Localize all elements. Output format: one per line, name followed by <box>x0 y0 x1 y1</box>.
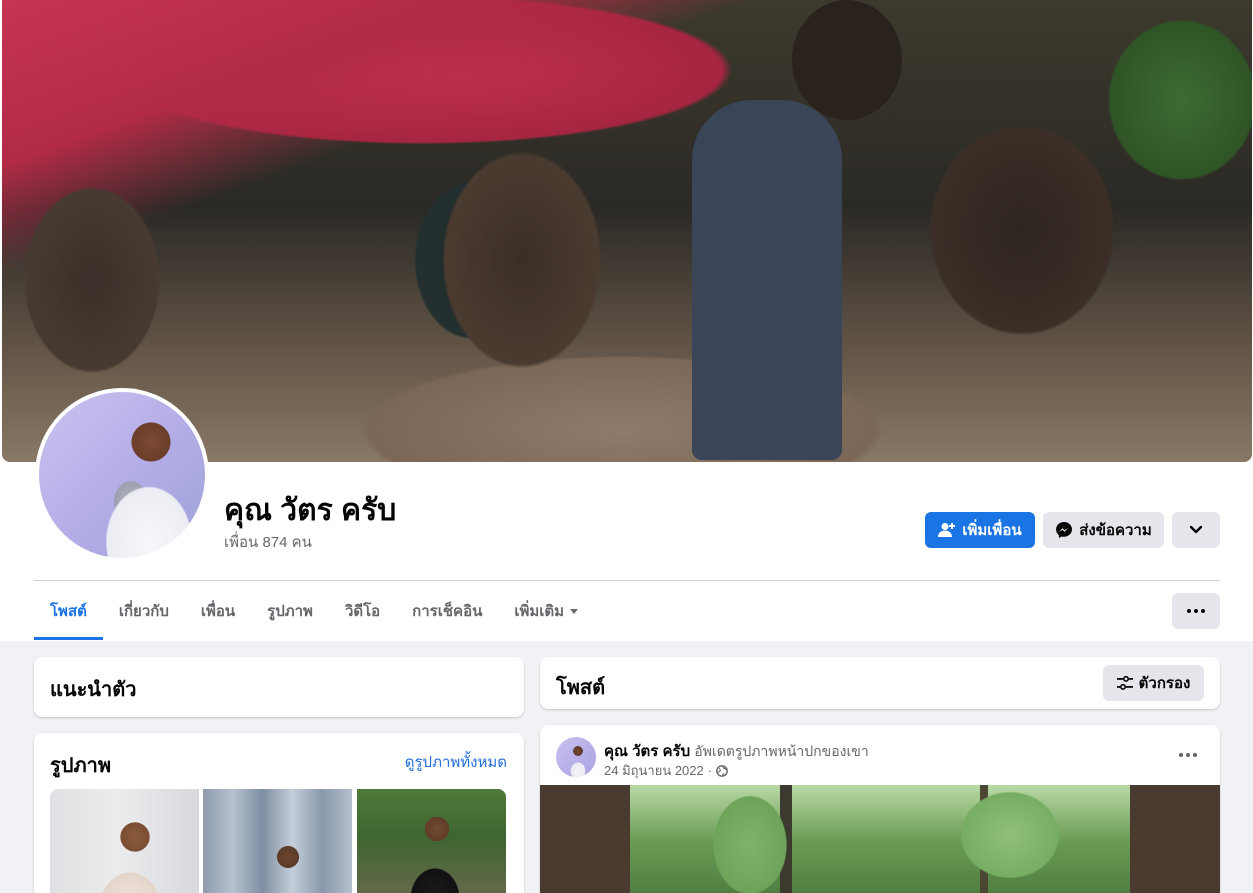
profile-options-dropdown[interactable] <box>1172 512 1220 548</box>
intro-title: แนะนำตัว <box>50 679 137 701</box>
send-message-button[interactable]: ส่งข้อความ <box>1043 512 1164 548</box>
tab-posts[interactable]: โพสต์ <box>34 582 103 640</box>
add-friend-button[interactable]: เพิ่มเพื่อน <box>925 512 1035 548</box>
profile-tabs: โพสต์ เกี่ยวกับ เพื่อน รูปภาพ วิดีโอ การ… <box>34 582 594 640</box>
post-author-avatar[interactable] <box>556 737 596 777</box>
profile-name: คุณ วัตร ครับ <box>224 494 397 527</box>
add-friend-icon <box>938 523 956 537</box>
post-image-frame <box>540 785 1220 893</box>
tab-more[interactable]: เพิ่มเติม <box>498 582 594 640</box>
post-action-text: อัพเดตรูปภาพหน้าปกของเขา <box>694 743 869 759</box>
filter-button[interactable]: ตัวกรอง <box>1103 665 1204 701</box>
meta-separator: · <box>707 763 713 778</box>
filter-icon <box>1116 676 1133 690</box>
filter-label: ตัวกรอง <box>1138 675 1191 692</box>
photos-title: รูปภาพ <box>50 755 112 777</box>
tab-label: รูปภาพ <box>267 603 313 620</box>
tab-checkins[interactable]: การเช็คอิน <box>396 582 498 640</box>
tab-about[interactable]: เกี่ยวกับ <box>103 582 185 640</box>
post-options-button[interactable] <box>1170 743 1206 767</box>
tab-videos[interactable]: วิดีโอ <box>329 582 396 640</box>
more-dots-icon <box>1179 753 1197 757</box>
add-friend-label: เพิ่มเพื่อน <box>962 522 1022 539</box>
cover-person-figure <box>692 100 842 460</box>
photo-thumbnail[interactable] <box>203 789 352 893</box>
post-image[interactable] <box>630 785 1130 893</box>
header-divider <box>34 580 1220 581</box>
chevron-down-icon <box>1189 525 1203 534</box>
send-message-label: ส่งข้อความ <box>1079 522 1152 539</box>
friend-count[interactable]: เพื่อน 874 คน <box>224 530 312 554</box>
cover-person-head <box>792 0 902 120</box>
tab-photos[interactable]: รูปภาพ <box>251 582 329 640</box>
see-all-photos-link[interactable]: ดูรูปภาพทั้งหมด <box>405 750 507 774</box>
post-card: คุณ วัตร ครับ อัพเดตรูปภาพหน้าปกของเขา 2… <box>540 725 1220 893</box>
tab-label: เพื่อน <box>200 603 236 620</box>
caret-down-icon <box>570 608 579 614</box>
cover-photo[interactable] <box>2 0 1252 462</box>
tab-friends[interactable]: เพื่อน <box>185 582 251 640</box>
intro-card: แนะนำตัว <box>34 657 524 717</box>
tab-label: เพิ่มเติม <box>514 603 565 620</box>
posts-header-card: โพสต์ ตัวกรอง <box>540 657 1220 709</box>
profile-avatar[interactable] <box>35 388 209 562</box>
post-date[interactable]: 24 มิถุนายน 2022 <box>604 760 704 781</box>
photo-thumbnail[interactable] <box>357 789 506 893</box>
more-options-button[interactable] <box>1172 593 1220 629</box>
tab-label: การเช็คอิน <box>412 603 483 620</box>
globe-icon <box>716 764 728 777</box>
messenger-icon <box>1056 522 1073 538</box>
photo-thumbnail[interactable] <box>50 789 199 893</box>
tab-label: วิดีโอ <box>344 603 381 620</box>
post-meta: 24 มิถุนายน 2022 · <box>604 760 728 781</box>
tab-label: เกี่ยวกับ <box>118 603 169 620</box>
avatar-photo <box>39 392 205 558</box>
tab-label: โพสต์ <box>50 603 87 620</box>
post-author-name[interactable]: คุณ วัตร ครับ <box>604 743 690 760</box>
more-dots-icon <box>1187 609 1205 613</box>
posts-title: โพสต์ <box>556 677 606 699</box>
photos-card: รูปภาพ ดูรูปภาพทั้งหมด <box>34 733 524 893</box>
